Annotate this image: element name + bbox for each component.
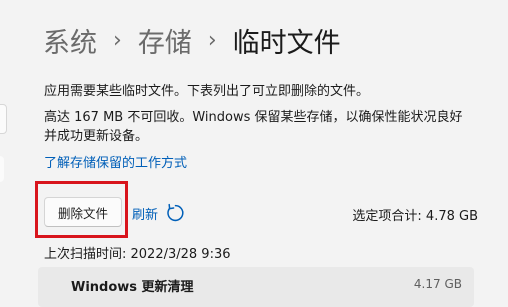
highlight-annotation-box: [35, 181, 128, 238]
description-line-1: 应用需要某些临时文件。下表列出了可立即删除的文件。: [44, 84, 370, 99]
learn-storage-reserve-link[interactable]: 了解存储保留的工作方式: [44, 152, 187, 171]
refresh-icon: [165, 203, 185, 223]
breadcrumb-separator: ›: [207, 27, 217, 53]
last-scan-time: 上次扫描时间: 2022/3/28 9:36: [44, 247, 231, 262]
list-item-name: Windows 更新清理: [71, 280, 194, 295]
partial-sidebar-element: [0, 104, 7, 134]
partial-sidebar-element-2: [0, 156, 4, 182]
list-item[interactable]: Windows 更新清理 4.17 GB: [38, 267, 474, 307]
page-title: 临时文件: [232, 27, 341, 59]
refresh-label: 刷新: [132, 207, 159, 223]
breadcrumb-item-system[interactable]: 系统: [43, 21, 97, 60]
list-item-size: 4.17 GB: [413, 277, 462, 291]
breadcrumb: 系统 › 存储 › 临时文件: [43, 20, 341, 60]
refresh-button[interactable]: 刷新: [132, 202, 185, 224]
description-line-2: 高达 167 MB 不可回收。Windows 保留某些存储，以确保性能状况良好并…: [44, 110, 463, 144]
selected-total-size: 选定项合计: 4.78 GB: [352, 209, 478, 224]
breadcrumb-item-storage[interactable]: 存储: [138, 21, 192, 60]
breadcrumb-separator: ›: [113, 27, 122, 53]
